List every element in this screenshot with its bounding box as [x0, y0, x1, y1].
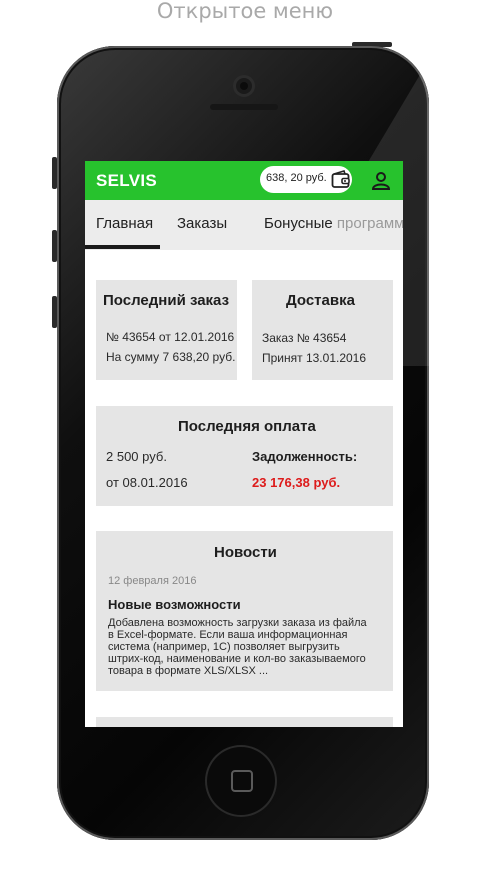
active-tab-indicator [85, 245, 160, 249]
tab-main[interactable]: Главная [96, 215, 153, 232]
earpiece-speaker [210, 104, 278, 110]
news-line: в Excel-формате. Если ваша информационна… [108, 629, 348, 641]
last-order-title: Последний заказ [103, 292, 230, 309]
next-card-partial[interactable] [96, 717, 393, 727]
delivery-status: Принят 13.01.2016 [262, 351, 367, 365]
news-line: система (например, 1С) позволяет выгрузи… [108, 641, 340, 653]
news-headline[interactable]: Новые возможности [108, 597, 241, 612]
news-date: 12 февраля 2016 [108, 575, 197, 587]
news-line: товара в формате XLS/XLSX ... [108, 665, 269, 677]
last-payment-date: от 08.01.2016 [106, 475, 188, 490]
news-title: Новости [214, 544, 277, 561]
balance-pill[interactable]: 638, 20 руб. [260, 166, 352, 193]
delivery-title: Доставка [286, 292, 355, 309]
last-order-card[interactable]: Последний заказ № 43654 от 12.01.2016 На… [96, 280, 237, 380]
wallet-icon [331, 170, 350, 188]
front-camera [236, 78, 252, 94]
debt-label: Задолженность: [252, 449, 358, 464]
news-line: Добавлена возможность загрузки заказа из… [108, 617, 367, 629]
tab-bonus-programs[interactable]: Бонусные программ [264, 215, 403, 232]
last-payment-amount: 2 500 руб. [106, 449, 167, 464]
news-body: Добавлена возможность загрузки заказа из… [108, 617, 380, 677]
page-caption: Открытое меню [156, 0, 334, 23]
app-header: SELVIS 638, 20 руб. [85, 161, 403, 200]
tab-bonus-label-faded: программ [336, 215, 403, 232]
user-icon[interactable] [371, 171, 391, 191]
last-payment-title: Последняя оплата [178, 418, 316, 435]
news-card[interactable]: Новости 12 февраля 2016 Новые возможност… [96, 531, 393, 691]
last-payment-card[interactable]: Последняя оплата 2 500 руб. от 08.01.201… [96, 406, 393, 506]
home-button[interactable] [207, 747, 275, 815]
brand-logo[interactable]: SELVIS [96, 171, 157, 191]
last-order-sum: На сумму 7 638,20 руб. [106, 350, 236, 364]
balance-amount: 638, 20 руб. [266, 172, 327, 184]
last-order-number: № 43654 от 12.01.2016 [106, 330, 235, 344]
delivery-order: Заказ № 43654 [262, 331, 347, 345]
app-screen: SELVIS 638, 20 руб. Главная Заказы Бонус… [85, 161, 403, 727]
delivery-card[interactable]: Доставка Заказ № 43654 Принят 13.01.2016 [252, 280, 393, 380]
tab-bonus-label: Бонусные [264, 215, 333, 232]
tab-orders[interactable]: Заказы [177, 215, 227, 232]
news-line: штрих-код, наименование и кол-во заказыв… [108, 653, 366, 665]
tab-bar: Главная Заказы Бонусные программ [85, 200, 403, 250]
debt-value: 23 176,38 руб. [252, 475, 341, 490]
